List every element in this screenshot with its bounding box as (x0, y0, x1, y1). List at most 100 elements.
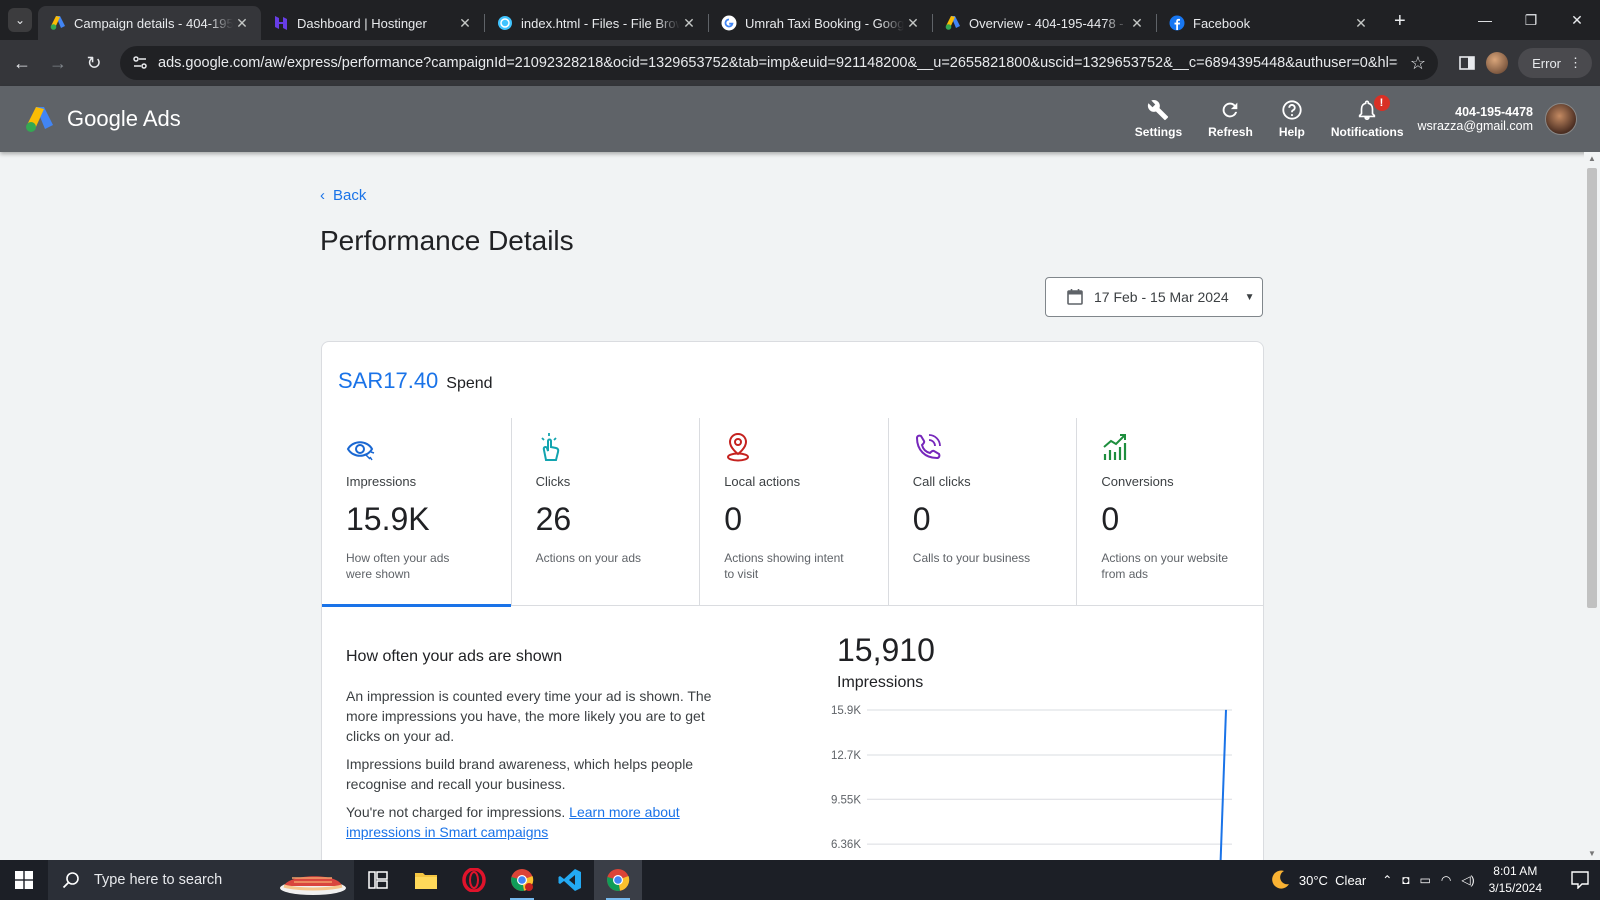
explanation-paragraph: Impressions build brand awareness, which… (346, 756, 694, 792)
tap-icon (540, 433, 559, 461)
tab-close-icon[interactable]: ✕ (456, 15, 474, 32)
metric-label: Local actions (724, 474, 801, 489)
windows-logo-icon (15, 871, 33, 889)
bookmark-star-icon[interactable]: ☆ (1398, 53, 1438, 74)
y-tick-label: 9.55K (831, 794, 861, 806)
metric-tab-call-clicks[interactable]: Call clicks 0 Calls to your business (887, 418, 1077, 606)
browser-toolbar: ← → ↻ ads.google.com/aw/express/performa… (0, 40, 1600, 86)
browser-tab[interactable]: Umrah Taxi Booking - Google Search✕ (709, 6, 932, 40)
user-avatar[interactable] (1545, 103, 1577, 135)
url-text[interactable]: ads.google.com/aw/express/performance?ca… (158, 55, 1398, 71)
minimize-button[interactable]: — (1462, 0, 1508, 40)
settings-label: Settings (1134, 125, 1183, 139)
wifi-icon[interactable]: ◠ (1441, 873, 1451, 887)
address-bar[interactable]: ads.google.com/aw/express/performance?ca… (120, 46, 1438, 80)
system-clock[interactable]: 8:01 AM 3/15/2024 (1489, 863, 1542, 897)
weather-widget[interactable]: 30°C Clear (1269, 869, 1366, 891)
back-nav-button[interactable]: ← (4, 45, 40, 81)
metric-tab-impressions[interactable]: Impressions 15.9K How often your ads wer… (322, 418, 511, 607)
tab-close-icon[interactable]: ✕ (680, 15, 698, 32)
metric-tab-local-actions[interactable]: Local actions 0 Actions showing intent t… (699, 418, 888, 606)
task-view-button[interactable] (354, 860, 402, 900)
help-label: Help (1278, 125, 1305, 139)
taskbar-search[interactable]: Type here to search (48, 860, 354, 900)
calendar-icon (1067, 289, 1083, 305)
action-center-button[interactable] (1560, 871, 1600, 889)
account-info[interactable]: 404-195-4478 wsrazza@gmail.com (1418, 105, 1534, 133)
search-placeholder: Type here to search (94, 872, 223, 888)
scroll-up-arrow-icon[interactable]: ▲ (1588, 154, 1596, 163)
date-range-value: 17 Feb - 15 Mar 2024 (1094, 289, 1229, 305)
tab-close-icon[interactable]: ✕ (1352, 15, 1370, 32)
metric-label: Clicks (535, 474, 571, 489)
product-name: Google Ads (67, 106, 181, 131)
page-title: Performance Details (320, 225, 574, 256)
chevron-up-icon[interactable]: ⌃ (1382, 873, 1392, 887)
new-tab-button[interactable]: + (1394, 10, 1406, 33)
facebook-icon (1169, 15, 1185, 31)
opera-icon (462, 868, 486, 892)
wrench-icon (1148, 100, 1169, 121)
profile-avatar[interactable] (1486, 52, 1509, 74)
volume-icon[interactable]: ◁) (1461, 873, 1474, 887)
opera-button[interactable] (450, 860, 498, 900)
start-button[interactable] (0, 860, 48, 900)
ads-header: Google Ads Settings Refresh Help ! Notif… (0, 86, 1600, 152)
tab-title: Dashboard | Hostinger (297, 15, 427, 31)
metric-label: Conversions (1101, 474, 1174, 489)
chrome-active-button[interactable] (594, 860, 642, 900)
spend-summary: SAR17.40 Spend (338, 368, 493, 394)
system-tray: 30°C Clear ⌃ ◘ ▭ ◠ ◁) 8:01 AM 3/15/2024 (1269, 860, 1600, 900)
chrome-icon (511, 869, 534, 891)
browser-tab[interactable]: Dashboard | Hostinger ✕ (261, 6, 484, 40)
scrollbar-thumb[interactable] (1587, 168, 1597, 608)
notifications-button[interactable]: ! Notifications (1331, 95, 1404, 139)
scroll-down-arrow-icon[interactable]: ▼ (1588, 849, 1596, 858)
page-scrollbar[interactable]: ▲ ▼ (1584, 152, 1600, 860)
browser-tab-strip: ⌄ Campaign details - 404-195-4478✕Dashbo… (0, 0, 1600, 40)
site-info-icon[interactable] (132, 55, 148, 71)
explanation-paragraph: You're not charged for impressions. Lear… (346, 802, 726, 842)
vscode-button[interactable] (546, 860, 594, 900)
restore-button[interactable]: ❐ (1508, 0, 1554, 40)
forward-nav-button[interactable]: → (40, 45, 76, 81)
side-panel-icon[interactable] (1458, 54, 1476, 72)
browser-tab[interactable]: Campaign details - 404-195-4478✕ (38, 6, 261, 40)
close-window-button[interactable]: ✕ (1554, 0, 1600, 40)
refresh-label: Refresh (1208, 125, 1253, 139)
tab-title: Overview - 404-195-4478 - Google Ads (969, 15, 1128, 31)
google-ads-logo[interactable]: Google Ads (25, 105, 181, 133)
settings-button[interactable]: Settings (1135, 99, 1182, 139)
tab-title: Campaign details - 404-195-4478 (74, 15, 233, 31)
tab-title: Facebook (1193, 15, 1251, 31)
error-label: Error (1532, 55, 1561, 71)
chrome-profile-button[interactable] (498, 860, 546, 900)
location-pin-icon (727, 432, 750, 462)
browser-tab[interactable]: index.html - Files - File Browser✕ (485, 6, 708, 40)
browser-tab[interactable]: Overview - 404-195-4478 - Google Ads✕ (933, 6, 1156, 40)
tab-close-icon[interactable]: ✕ (904, 15, 922, 32)
tab-search-button[interactable]: ⌄ (8, 8, 32, 32)
account-id: 404-195-4478 (1455, 105, 1533, 119)
metric-description: Actions showing intent to visit (724, 551, 844, 581)
clock-time: 8:01 AM (1493, 864, 1538, 878)
meet-icon[interactable]: ◘ (1402, 873, 1409, 887)
back-link[interactable]: ‹ Back (320, 187, 366, 204)
tab-close-icon[interactable]: ✕ (1128, 15, 1146, 32)
battery-icon[interactable]: ▭ (1420, 873, 1431, 887)
metric-tab-clicks[interactable]: Clicks 26 Actions on your ads (510, 418, 700, 606)
help-button[interactable]: Help (1279, 99, 1305, 139)
explanation-paragraph: An impression is counted every time your… (346, 688, 712, 744)
help-icon (1282, 100, 1302, 120)
tab-close-icon[interactable]: ✕ (233, 15, 251, 32)
date-range-picker[interactable]: 17 Feb - 15 Mar 2024 ▼ (1045, 277, 1263, 317)
profile-error-button[interactable]: Error ⋮ (1518, 48, 1592, 78)
clock-date: 3/15/2024 (1488, 881, 1542, 895)
refresh-button[interactable]: Refresh (1208, 99, 1253, 139)
file-explorer-button[interactable] (402, 860, 450, 900)
reload-button[interactable]: ↻ (76, 45, 112, 81)
folder-icon (415, 873, 437, 889)
metric-tab-conversions[interactable]: Conversions 0 Actions on your website fr… (1076, 418, 1263, 606)
browser-tab[interactable]: Facebook ✕ (1157, 6, 1380, 40)
google-ads-icon (50, 15, 66, 31)
